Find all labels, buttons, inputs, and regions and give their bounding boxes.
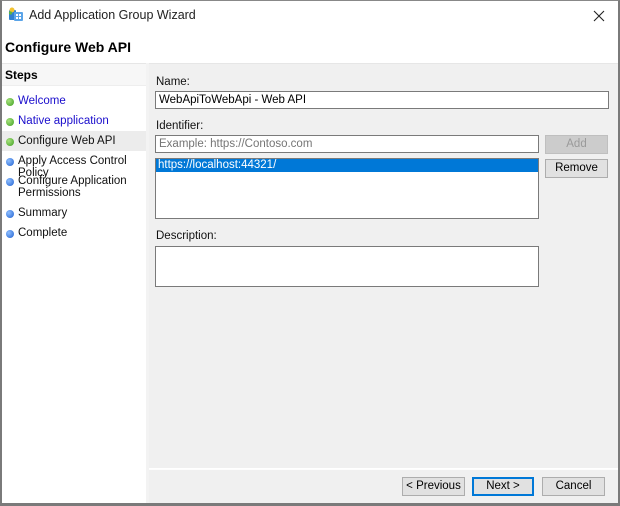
completed-status-icon	[6, 98, 14, 106]
step-label: Configure Application Permissions	[18, 175, 127, 199]
identifier-list[interactable]: https://localhost:44321/	[155, 158, 539, 219]
step-summary: Summary	[2, 203, 146, 223]
steps-heading: Steps	[2, 64, 146, 86]
wizard-window: Add Application Group Wizard Configure W…	[0, 0, 620, 506]
step-native-application[interactable]: Native application	[2, 111, 146, 131]
step-label: Complete	[18, 227, 68, 239]
page-title: Configure Web API	[5, 39, 131, 55]
step-label: Welcome	[18, 95, 66, 107]
close-button[interactable]	[584, 3, 614, 29]
step-apply-access-control-policy: Apply Access Control Policy	[2, 151, 146, 179]
pending-status-icon	[6, 210, 14, 218]
wizard-footer: < Previous Next > Cancel	[149, 469, 618, 503]
add-button[interactable]: Add	[545, 135, 608, 154]
name-input[interactable]	[155, 91, 609, 109]
current-status-icon	[6, 138, 14, 146]
previous-button[interactable]: < Previous	[402, 477, 465, 496]
identifier-input[interactable]	[155, 135, 539, 153]
step-label: Summary	[18, 207, 68, 219]
application-group-icon	[8, 7, 24, 23]
step-configure-application-permissions: Configure Application Permissions	[2, 171, 146, 203]
step-complete: Complete	[2, 223, 146, 243]
window-title: Add Application Group Wizard	[29, 8, 196, 22]
step-welcome[interactable]: Welcome	[2, 91, 146, 111]
completed-status-icon	[6, 118, 14, 126]
content-panel: Name: Identifier: Add https://localhost:…	[149, 63, 618, 468]
close-icon	[593, 10, 605, 22]
next-button[interactable]: Next >	[472, 477, 534, 496]
title-bar: Add Application Group Wizard	[2, 1, 618, 31]
steps-sidebar: Steps Welcome Native application Configu…	[2, 63, 146, 503]
identifier-list-item[interactable]: https://localhost:44321/	[156, 159, 538, 172]
pending-status-icon	[6, 178, 14, 186]
pending-status-icon	[6, 158, 14, 166]
description-input[interactable]	[155, 246, 539, 287]
step-label: Native application	[18, 115, 109, 127]
pending-status-icon	[6, 230, 14, 238]
description-label: Description:	[156, 230, 217, 242]
cancel-button[interactable]: Cancel	[542, 477, 605, 496]
step-configure-web-api: Configure Web API	[2, 131, 146, 151]
wizard-header: Configure Web API	[2, 31, 618, 63]
identifier-label: Identifier:	[156, 120, 204, 132]
step-label: Configure Web API	[18, 135, 116, 147]
name-label: Name:	[156, 76, 190, 88]
remove-button[interactable]: Remove	[545, 159, 608, 178]
